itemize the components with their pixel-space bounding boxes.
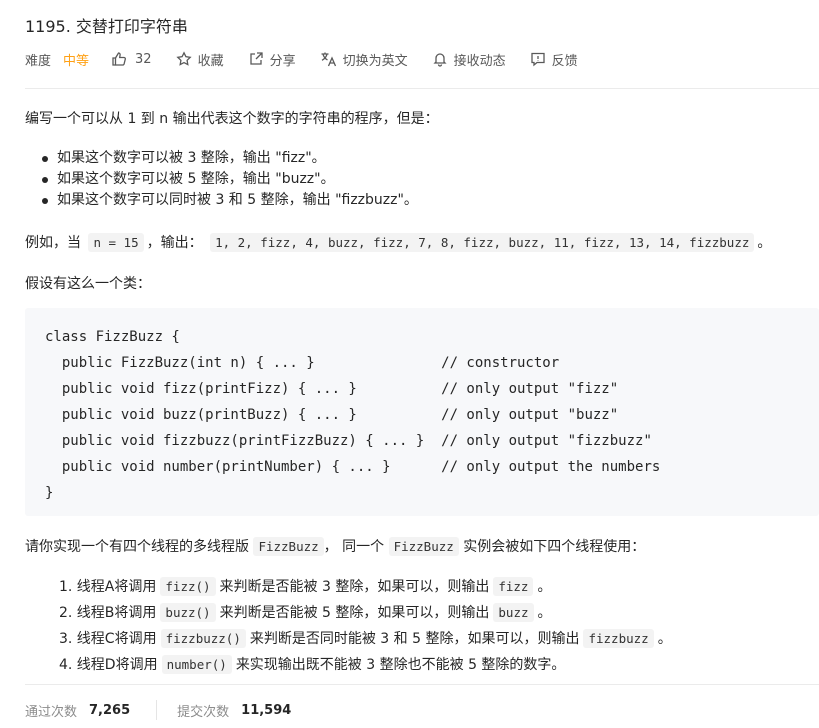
example-line: 例如，当 n = 15 ，输出： 1, 2, fizz, 4, buzz, fiz… xyxy=(25,232,771,252)
share-icon xyxy=(249,52,263,65)
bell-icon xyxy=(433,53,447,67)
switch-language-button[interactable]: 切换为英文 xyxy=(320,50,408,69)
rules-list: 如果这个数字可以被 3 整除，输出 "fizz"。 如果这个数字可以被 5 整除… xyxy=(42,148,418,211)
step-text: 。 xyxy=(537,579,552,595)
step-text: 2. 线程B将调用 xyxy=(59,605,157,621)
submitted-count: 11,594 xyxy=(241,702,292,718)
list-item: 如果这个数字可以被 3 整除，输出 "fizz"。 xyxy=(42,148,418,169)
share-label: 分享 xyxy=(269,53,296,69)
step-text: 。 xyxy=(537,605,552,621)
step-text: 来判断是否同时能被 3 和 5 整除，如果可以，则输出 xyxy=(249,631,580,647)
step-text: 来判断是否能被 3 整除，如果可以，则输出 xyxy=(219,579,490,595)
thumbs-up-icon xyxy=(112,52,127,66)
list-item: 如果这个数字可以被 5 整除，输出 "buzz"。 xyxy=(42,169,418,190)
impl-mid: ， 同一个 xyxy=(323,539,385,555)
feedback-label: 反馈 xyxy=(551,53,578,69)
notify-label: 接收动态 xyxy=(453,53,506,69)
problem-title: 1195. 交替打印字符串 xyxy=(25,17,188,36)
notify-button[interactable]: 接收动态 xyxy=(432,50,506,69)
step-output-code: buzz xyxy=(493,603,534,622)
list-item: 1. 线程A将调用 fizz() 来判断是否能被 3 整除，如果可以，则输出 fizz… xyxy=(59,574,672,600)
example-n-code: n = 15 xyxy=(88,233,144,252)
step-text: 3. 线程C将调用 xyxy=(59,631,157,647)
favorite-button[interactable]: 收藏 xyxy=(175,50,224,69)
step-text: 1. 线程A将调用 xyxy=(59,579,157,595)
class-intro-text: 假设有这么一个类： xyxy=(25,276,151,292)
accepted-count: 7,265 xyxy=(89,702,131,718)
step-code: fizz() xyxy=(160,577,216,596)
impl-code-1: FizzBuzz xyxy=(253,537,324,556)
list-item: 2. 线程B将调用 buzz() 来判断是否能被 5 整除，如果可以，则输出 buzz… xyxy=(59,600,672,626)
step-output-code: fizz xyxy=(493,577,534,596)
example-mid: ，输出： xyxy=(146,235,203,251)
step-text: 。 xyxy=(657,631,672,647)
impl-suffix: 实例会被如下四个线程使用： xyxy=(463,539,646,555)
favorite-label: 收藏 xyxy=(197,53,224,69)
star-icon xyxy=(175,51,192,66)
step-text: 来判断是否能被 5 整除，如果可以，则输出 xyxy=(219,605,490,621)
step-code: fizzbuzz() xyxy=(160,629,246,648)
impl-code-2: FizzBuzz xyxy=(388,537,459,556)
impl-prefix: 请你实现一个有四个线程的多线程版 xyxy=(25,539,249,555)
like-button[interactable]: 32 xyxy=(111,51,152,67)
switch-language-label: 切换为英文 xyxy=(342,53,408,69)
step-text: 4. 线程D将调用 xyxy=(59,657,158,673)
feedback-icon xyxy=(530,52,545,67)
translate-icon xyxy=(321,52,336,67)
example-suffix: 。 xyxy=(757,235,772,251)
example-output-code: 1, 2, fizz, 4, buzz, fizz, 7, 8, fizz, b… xyxy=(210,233,755,252)
class-code: class FizzBuzz { public FizzBuzz(int n) … xyxy=(45,329,661,501)
divider xyxy=(25,684,819,685)
divider xyxy=(25,88,819,89)
accepted-label: 通过次数 xyxy=(25,704,78,720)
problem-page: 1195. 交替打印字符串 难度 中等 32 收藏 分享 切换为英文 接收动态 … xyxy=(0,0,819,728)
step-code: buzz() xyxy=(160,603,216,622)
feedback-button[interactable]: 反馈 xyxy=(530,50,578,69)
problem-toolbar: 难度 中等 32 收藏 分享 切换为英文 接收动态 反馈 xyxy=(25,50,602,69)
difficulty-label: 难度 xyxy=(25,53,52,69)
threads-list: 1. 线程A将调用 fizz() 来判断是否能被 3 整除，如果可以，则输出 fizz… xyxy=(59,574,672,678)
like-count: 32 xyxy=(135,51,152,67)
share-button[interactable]: 分享 xyxy=(248,50,296,69)
divider xyxy=(156,700,158,720)
intro-text: 编写一个可以从 1 到 n 输出代表这个数字的字符串的程序，但是： xyxy=(25,111,439,127)
impl-text: 请你实现一个有四个线程的多线程版 FizzBuzz， 同一个 FizzBuzz … xyxy=(25,536,645,556)
step-output-code: fizzbuzz xyxy=(583,629,654,648)
difficulty-badge: 中等 xyxy=(63,53,90,69)
list-item: 如果这个数字可以同时被 3 和 5 整除，输出 "fizzbuzz"。 xyxy=(42,190,418,211)
submitted-label: 提交次数 xyxy=(177,704,230,720)
step-code: number() xyxy=(161,655,232,674)
example-prefix: 例如，当 xyxy=(25,235,81,251)
list-item: 3. 线程C将调用 fizzbuzz() 来判断是否同时能被 3 和 5 整除，如果… xyxy=(59,626,672,652)
step-text: 来实现输出既不能被 3 整除也不能被 5 整除的数字。 xyxy=(235,657,566,673)
list-item: 4. 线程D将调用 number() 来实现输出既不能被 3 整除也不能被 5 整除… xyxy=(59,652,672,678)
code-block: class FizzBuzz { public FizzBuzz(int n) … xyxy=(25,308,819,516)
submission-stats: 通过次数 7,265 提交次数 11,594 xyxy=(25,700,291,720)
